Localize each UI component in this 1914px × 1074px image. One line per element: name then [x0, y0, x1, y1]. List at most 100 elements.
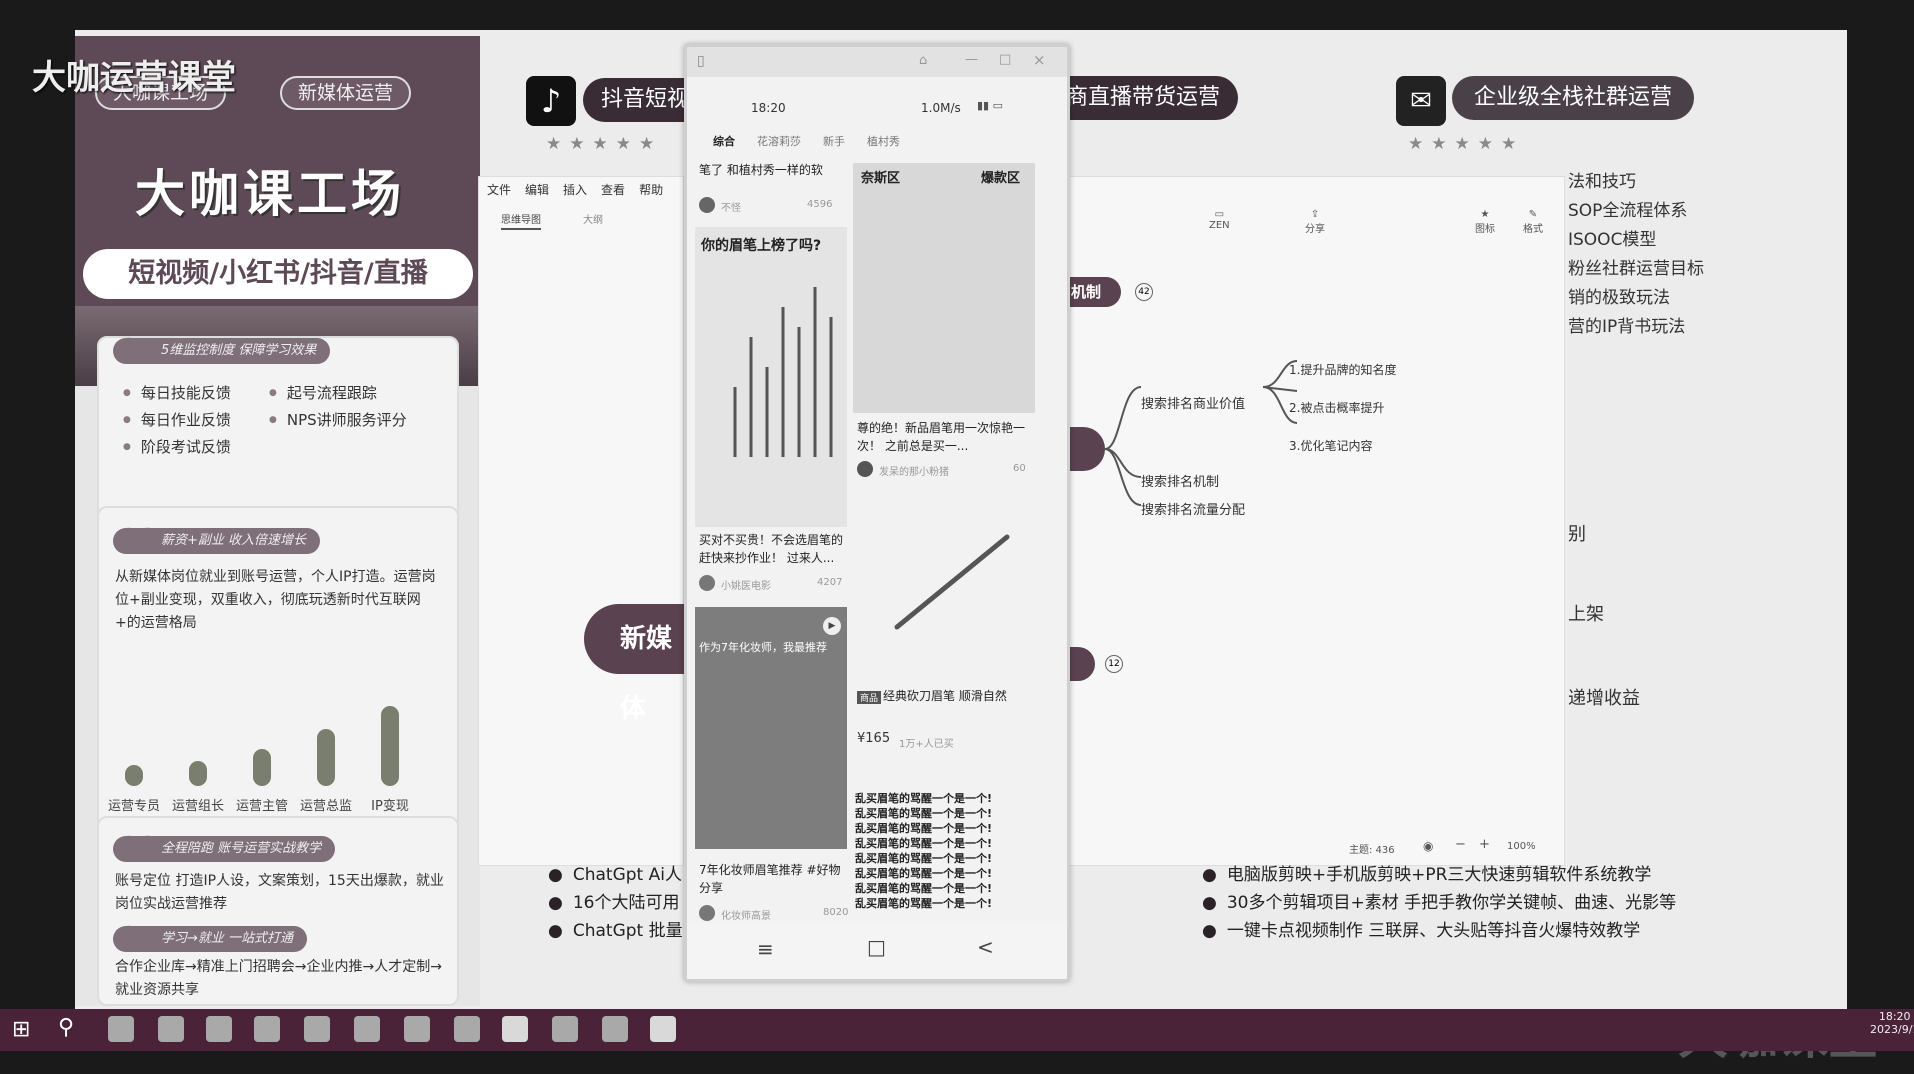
post-title[interactable]: 笔了 和植村秀一样的软 [699, 161, 849, 179]
mind-node-collapsed[interactable] [1065, 427, 1105, 471]
mind-node-mechanism[interactable]: 机制 [1065, 277, 1121, 307]
taskbar-clock[interactable]: 18:20 2023/9/1 [1870, 1010, 1914, 1036]
minimize-button[interactable]: — [965, 52, 978, 67]
post-text-cover[interactable]: 乱买眉笔的骂醒一个是一个! 乱买眉笔的骂醒一个是一个! 乱买眉笔的骂醒一个是一个… [855, 791, 1035, 911]
edge-browser-icon[interactable] [108, 1016, 134, 1042]
mind-leaf[interactable]: 1.提升品牌的知名度 [1289, 361, 1396, 378]
maximize-button[interactable]: □ [999, 52, 1011, 67]
list-item: ISOOC模型 [1568, 230, 1657, 250]
card-text: 账号定位 打造IP人设，文案策划，15天出爆款，就业岗位实战运营推荐 [115, 873, 444, 912]
list-fragment: 上架 [1568, 604, 1604, 625]
menu-bar: 文件 编辑 插入 查看 帮助 [487, 181, 663, 198]
chrome-icon[interactable] [158, 1016, 184, 1042]
mind-branch[interactable]: 搜索排名流量分配 [1141, 499, 1245, 518]
list-item: 销的极致玩法 [1568, 288, 1670, 308]
product-sold: 1万+人已买 [899, 739, 954, 750]
cover-line: 乱买眉笔的骂醒一个是一个! [855, 807, 993, 820]
poster-subtitle: 短视频/小红书/抖音/直播 [83, 249, 473, 299]
excel-icon[interactable] [552, 1016, 578, 1042]
share-button[interactable]: ⇪ 分享 [1305, 209, 1325, 235]
bullet-item: 阶段考试反馈 [123, 434, 273, 461]
list-item: ChatGpt 批量 [548, 916, 683, 941]
post-title[interactable]: 买对不买贵！不会选眉笔的赶快来抄作业！ 过来人... [699, 531, 849, 567]
tab-mindmap[interactable]: 思维导图 [501, 211, 541, 230]
phone-mirror-app-icon[interactable] [650, 1016, 676, 1042]
post-title[interactable]: 7年化妆师眉笔推荐 #好物分享 [699, 861, 849, 897]
salary-bar [317, 729, 335, 786]
nav-menu-button[interactable]: ≡ [757, 937, 774, 961]
app-icon[interactable] [206, 1016, 232, 1042]
post-likes: 4596 [807, 199, 833, 210]
brow-pencil-chart-image [733, 287, 833, 457]
post-image-zone-compare[interactable]: 奈斯区 爆款区 [853, 163, 1035, 413]
tab-outline[interactable]: 大纲 [583, 211, 603, 226]
icon-button[interactable]: ★ 图标 [1475, 209, 1495, 235]
file-explorer-icon[interactable] [404, 1016, 430, 1042]
keyboard-icon[interactable] [602, 1016, 628, 1042]
post-user: 化妆师高景 [721, 911, 771, 922]
collapse-count[interactable]: 42 [1135, 283, 1153, 301]
menu-edit[interactable]: 编辑 [525, 181, 549, 198]
bilibili-icon[interactable] [354, 1016, 380, 1042]
wechat-heading: 企业级全栈社群运营 [1452, 76, 1695, 120]
close-button[interactable]: × [1033, 51, 1046, 69]
rating-stars: ★★★★★ [546, 134, 663, 154]
tab-all[interactable]: 综合 [713, 133, 735, 149]
card-text: 从新媒体岗位就业到账号运营，个人IP打造。运营岗位+副业变现，双重收入，彻底玩透… [115, 569, 436, 631]
mind-branch[interactable]: 搜索排名商业价值 [1141, 393, 1245, 412]
salary-bar-label: IP变现 [371, 799, 409, 814]
zoom-in-button[interactable]: + [1479, 837, 1490, 852]
format-button[interactable]: ✎ 格式 [1523, 209, 1543, 235]
tab-brand[interactable]: 花溶莉莎 [757, 133, 801, 149]
brow-pencil-product-image[interactable] [887, 527, 1017, 637]
zoom-level[interactable]: 100% [1507, 841, 1536, 852]
mind-branch[interactable]: 搜索排名机制 [1141, 471, 1219, 490]
menu-file[interactable]: 文件 [487, 181, 511, 198]
nav-home-button[interactable]: □ [867, 935, 886, 959]
wechat-logo-icon: ✉ [1396, 76, 1446, 126]
tab-shu[interactable]: 植村秀 [867, 133, 900, 149]
collapse-count[interactable]: 12 [1105, 655, 1123, 673]
list-fragment: 递增收益 [1568, 688, 1640, 709]
product-title[interactable]: 经典砍刀眉笔 顺滑自然 [883, 687, 1033, 705]
menu-insert[interactable]: 插入 [563, 181, 587, 198]
post-title[interactable]: 尊的绝！新品眉笔用一次惊艳一次！ 之前总是买一... [857, 419, 1033, 455]
post-video-thumbnail[interactable]: 作为7年化妆师，我最推荐 ▶ [695, 607, 847, 849]
topic-count: 主题: 436 [1349, 845, 1395, 856]
post-likes: 60 [1013, 463, 1026, 474]
card-badge: 学习→就业 一站式打通 [113, 926, 308, 952]
mind-leaf[interactable]: 3.优化笔记内容 [1289, 437, 1372, 454]
pin-icon[interactable]: ⌂ [919, 53, 927, 68]
avatar [857, 461, 873, 477]
document-icon[interactable] [254, 1016, 280, 1042]
photo-app-icon[interactable] [304, 1016, 330, 1042]
menu-help[interactable]: 帮助 [639, 181, 663, 198]
eye-icon[interactable]: ◉ [1423, 839, 1433, 853]
zen-button[interactable]: ▭ ZEN [1209, 209, 1230, 231]
salary-bar [189, 761, 207, 786]
nav-back-button[interactable]: < [977, 935, 994, 959]
play-icon: ▶ [823, 617, 841, 635]
bullet-item: NPS讲师服务评分 [269, 407, 459, 434]
xinmei-node: 新媒体 [584, 604, 684, 724]
text-editor-icon[interactable] [502, 1016, 528, 1042]
list-item: 粉丝社群运营目标 [1568, 259, 1704, 279]
salary-bar [253, 749, 271, 786]
start-windows-icon[interactable]: ⊞ [12, 1017, 30, 1042]
tab-newbie[interactable]: 新手 [823, 133, 845, 149]
xmind-icon[interactable] [454, 1016, 480, 1042]
mind-leaf[interactable]: 2.被点击概率提升 [1289, 399, 1384, 416]
status-network: 1.0M/s [921, 101, 961, 115]
zoom-out-button[interactable]: − [1455, 837, 1466, 852]
post-user: 发呆的那小粉猪 [879, 467, 949, 478]
menu-view[interactable]: 查看 [601, 181, 625, 198]
rating-stars: ★★★★★ [1408, 134, 1525, 154]
post-user: 不怪 [721, 203, 741, 214]
list-item: 一键卡点视频制作 三联屏、大头贴等抖音火爆特效教学 [1202, 916, 1640, 941]
search-icon[interactable]: ⚲ [58, 1015, 74, 1040]
course-poster: 大咖课工场 新媒体运营 大咖课工场 短视频/小红书/抖音/直播 01 5维监控制… [75, 36, 480, 1006]
brand-watermark: 大咖运营课堂 [32, 58, 236, 98]
post-image-brow-ranking[interactable]: 你的眉笔上榜了吗? [695, 227, 847, 527]
card-text: 合作企业库→精准上门招聘会→企业内推→人才定制→就业资源共享 [115, 959, 442, 998]
douyin-logo-icon: ♪ [526, 76, 576, 126]
